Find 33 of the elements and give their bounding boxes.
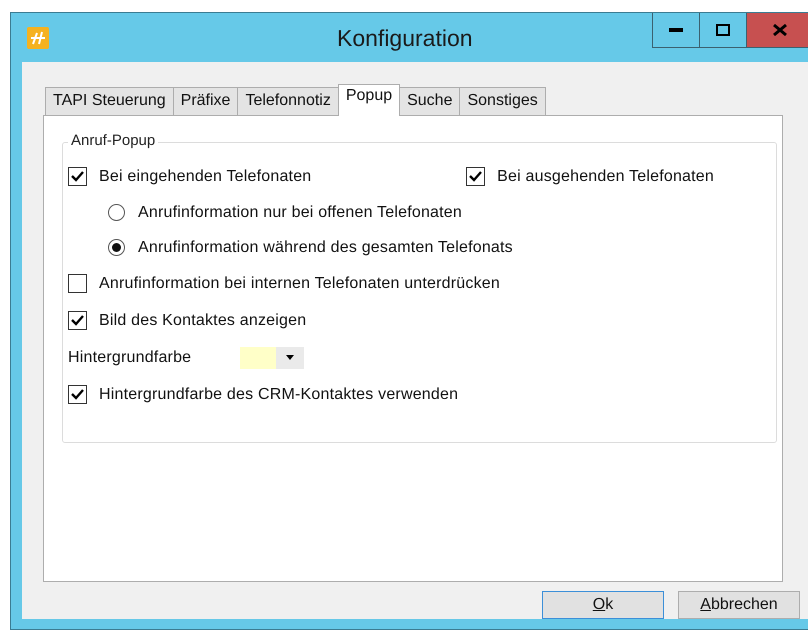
radio-label: Anrufinformation nur bei offenen Telefonaten [138,204,462,222]
close-button[interactable] [746,13,808,48]
caret-icon [286,355,294,360]
checkbox[interactable] [466,167,486,186]
checkbox-label: Bei eingehenden Telefonaten [99,168,312,186]
checkbox[interactable] [68,385,87,404]
radio-button[interactable] [108,204,125,221]
tab[interactable]: Präfixe [172,87,238,115]
checkbox-label: Bild des Kontaktes anzeigen [99,312,306,330]
tab[interactable]: Popup [338,84,400,116]
group-title: Anruf-Popup [68,132,158,149]
checkbox[interactable] [68,167,87,186]
minimize-button[interactable] [652,13,700,48]
radio-button[interactable] [108,239,125,256]
checkbox-label: Bei ausgehenden Telefonaten [497,168,714,186]
dialog-button[interactable]: Ok [542,591,664,619]
tab[interactable]: Suche [399,87,460,115]
window-title: Konfiguration [337,25,473,52]
close-icon [773,24,787,36]
checkbox-label: Hintergrundfarbe des CRM-Kontaktes verwenden [99,386,458,404]
color-label: Hintergrundfarbe [68,348,192,366]
maximize-icon [716,24,730,36]
tab[interactable]: Telefonnotiz [237,87,339,115]
dialog-button[interactable]: Abbrechen [678,591,800,619]
checkbox[interactable] [68,311,87,330]
tab[interactable]: TAPI Steuerung [45,87,174,115]
minimize-icon [669,28,683,32]
color-dropdown[interactable] [240,346,304,368]
checkbox-label: Anrufinformation bei internen Telefonaten unterdrücken [99,274,500,292]
tab[interactable]: Sonstiges [459,87,546,115]
checkbox[interactable] [68,274,87,293]
radio-label: Anrufinformation während des gesamten Telefonats [138,238,513,256]
app-icon [27,26,49,48]
